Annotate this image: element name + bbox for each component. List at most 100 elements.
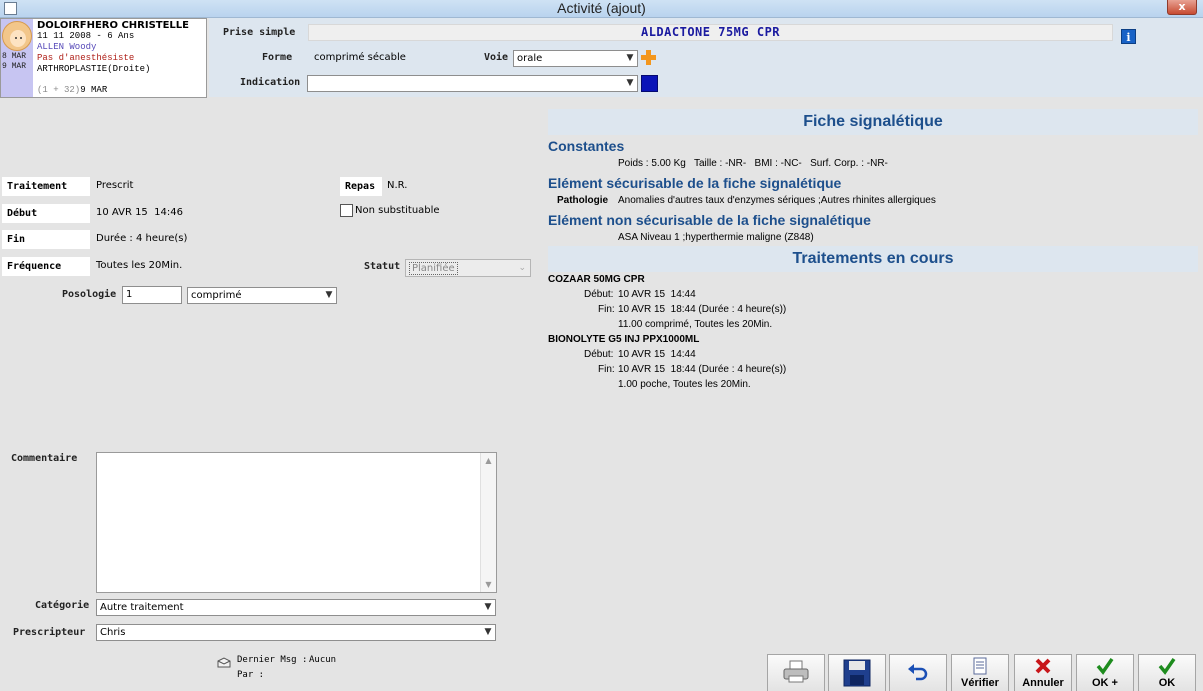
title-bar: Activité (ajout) x: [0, 0, 1203, 18]
patient-footer: (1 + 32)9 MAR: [37, 85, 107, 95]
commentaire-textarea[interactable]: ▲ ▼: [96, 452, 497, 593]
traitement-item-debut-label: Début:: [584, 289, 614, 300]
debut-label: Début: [2, 204, 90, 223]
scroll-up-icon[interactable]: ▲: [481, 456, 496, 465]
par-label: Par :: [237, 670, 265, 680]
posologie-qty-input[interactable]: 1: [122, 286, 182, 304]
posologie-unit-select[interactable]: comprimé ▼: [187, 287, 337, 304]
frequence-value[interactable]: Toutes les 20Min.: [96, 260, 182, 271]
info-icon[interactable]: i: [1121, 29, 1136, 44]
non-securisable-title: Elément non sécurisable de la fiche sign…: [548, 212, 871, 228]
drug-name: ALDACTONE 75MG CPR: [308, 24, 1113, 41]
cancel-x-icon: [1035, 658, 1051, 674]
chevron-down-icon: ⌄: [518, 263, 526, 273]
forme-label: Forme: [262, 52, 293, 63]
fin-value[interactable]: Durée : 4 heure(s): [96, 233, 187, 244]
statut-label: Statut: [364, 261, 401, 272]
voie-label: Voie: [484, 52, 509, 63]
traitement-item-debut-label: Début:: [584, 349, 614, 360]
securisable-title: Elément sécurisable de la fiche signalét…: [548, 175, 842, 191]
patient-footer-date: 9 MAR: [80, 85, 108, 95]
window-title: Activité (ajout): [557, 0, 646, 16]
traitement-item-fin: 10 AVR 15 18:44 (Durée : 4 heure(s)): [618, 304, 787, 315]
patient-footer-days: (1 + 32): [37, 85, 81, 95]
debut-value[interactable]: 10 AVR 15 14:46: [96, 207, 183, 218]
frequence-label: Fréquence: [2, 257, 90, 276]
commentaire-label: Commentaire: [11, 453, 78, 464]
patient-anesthesia: Pas d'anesthésiste: [37, 53, 135, 63]
pathologie-label: Pathologie: [557, 195, 609, 206]
printer-icon: [783, 660, 809, 683]
non-substituable-checkbox[interactable]: [340, 204, 353, 217]
prescripteur-value: Chris: [100, 627, 126, 638]
repas-label: Repas: [340, 177, 382, 196]
message-icon[interactable]: [217, 657, 231, 668]
fin-label: Fin: [2, 230, 90, 249]
avatar: [2, 21, 32, 51]
scrollbar[interactable]: ▲ ▼: [480, 453, 496, 592]
traitement-item-fin: 10 AVR 15 18:44 (Durée : 4 heure(s)): [618, 364, 787, 375]
ok-plus-button[interactable]: OK +: [1076, 654, 1134, 691]
indication-select[interactable]: ▼: [307, 75, 638, 92]
chevron-down-icon: ▼: [626, 78, 634, 88]
traitement-item-dose: 1.00 poche, Toutes les 20Min.: [618, 379, 751, 390]
document-icon: [973, 657, 987, 675]
traitement-value: Prescrit: [96, 180, 134, 191]
pathologie-text: Anomalies d'autres taux d'enzymes sériqu…: [618, 195, 936, 206]
chevron-down-icon: ▼: [484, 602, 492, 612]
check-icon: [1158, 658, 1176, 675]
add-plus-icon[interactable]: [640, 49, 657, 66]
traitement-item-fin-label: Fin:: [598, 304, 615, 315]
traitement-label: Traitement: [2, 177, 90, 196]
constantes-title: Constantes: [548, 138, 625, 154]
statut-select: Planifiée ⌄: [405, 259, 531, 277]
traitement-item-debut: 10 AVR 15 14:44: [618, 289, 696, 300]
categorie-value: Autre traitement: [100, 602, 184, 613]
prescripteur-select[interactable]: Chris ▼: [96, 624, 496, 641]
patient-name: DOLOIRFHERO CHRISTELLE: [37, 20, 190, 31]
traitement-item-fin-label: Fin:: [598, 364, 615, 375]
prescripteur-label: Prescripteur: [13, 627, 86, 638]
categorie-label: Catégorie: [35, 600, 90, 611]
ok-button[interactable]: OK: [1138, 654, 1196, 691]
dernier-msg-label: Dernier Msg :: [237, 655, 308, 665]
traitement-item-dose: 11.00 comprimé, Toutes les 20Min.: [618, 319, 773, 330]
verifier-button[interactable]: Vérifier: [951, 654, 1009, 691]
save-button[interactable]: [828, 654, 886, 691]
check-icon: [1096, 658, 1114, 675]
chevron-down-icon: ▼: [325, 290, 333, 300]
voie-select[interactable]: orale ▼: [513, 50, 638, 67]
undo-icon: [908, 664, 928, 681]
annuler-label: Annuler: [1022, 677, 1064, 689]
patient-date-2: 9 MAR: [2, 62, 27, 71]
posologie-unit-value: comprimé: [191, 290, 242, 301]
annuler-button[interactable]: Annuler: [1014, 654, 1072, 691]
ok-plus-label: OK +: [1092, 677, 1118, 689]
constantes-text: Poids : 5.00 Kg Taille : -NR- BMI : -NC-…: [618, 158, 888, 169]
forme-value: comprimé sécable: [314, 52, 406, 63]
statut-value: Planifiée: [409, 262, 458, 275]
chevron-down-icon: ▼: [626, 53, 634, 63]
undo-button[interactable]: [889, 654, 947, 691]
patient-card[interactable]: 8 MAR 9 MAR DOLOIRFHERO CHRISTELLE 11 11…: [0, 18, 207, 98]
traitement-item-debut: 10 AVR 15 14:44: [618, 349, 696, 360]
traitement-item-name: BIONOLYTE G5 INJ PPX1000ML: [548, 334, 700, 345]
categorie-select[interactable]: Autre traitement ▼: [96, 599, 496, 616]
prise-simple-label: Prise simple: [223, 27, 296, 38]
ok-label: OK: [1158, 677, 1176, 689]
chevron-down-icon: ▼: [484, 627, 492, 637]
repas-value[interactable]: N.R.: [387, 180, 407, 191]
print-button[interactable]: [767, 654, 825, 691]
patient-date-1: 8 MAR: [2, 52, 27, 61]
dernier-msg-value: Aucun: [309, 655, 337, 665]
close-button[interactable]: x: [1167, 0, 1197, 15]
floppy-disk-icon: [843, 659, 871, 687]
scroll-down-icon[interactable]: ▼: [481, 580, 496, 589]
verifier-label: Vérifier: [961, 677, 999, 689]
indication-label: Indication: [240, 77, 301, 88]
patient-procedure: ARTHROPLASTIE(Droite): [37, 64, 151, 74]
voie-value: orale: [517, 53, 543, 64]
patient-dob: 11 11 2008 - 6 Ans: [37, 31, 135, 41]
color-square-icon[interactable]: [641, 75, 658, 92]
posologie-label: Posologie: [62, 289, 117, 300]
